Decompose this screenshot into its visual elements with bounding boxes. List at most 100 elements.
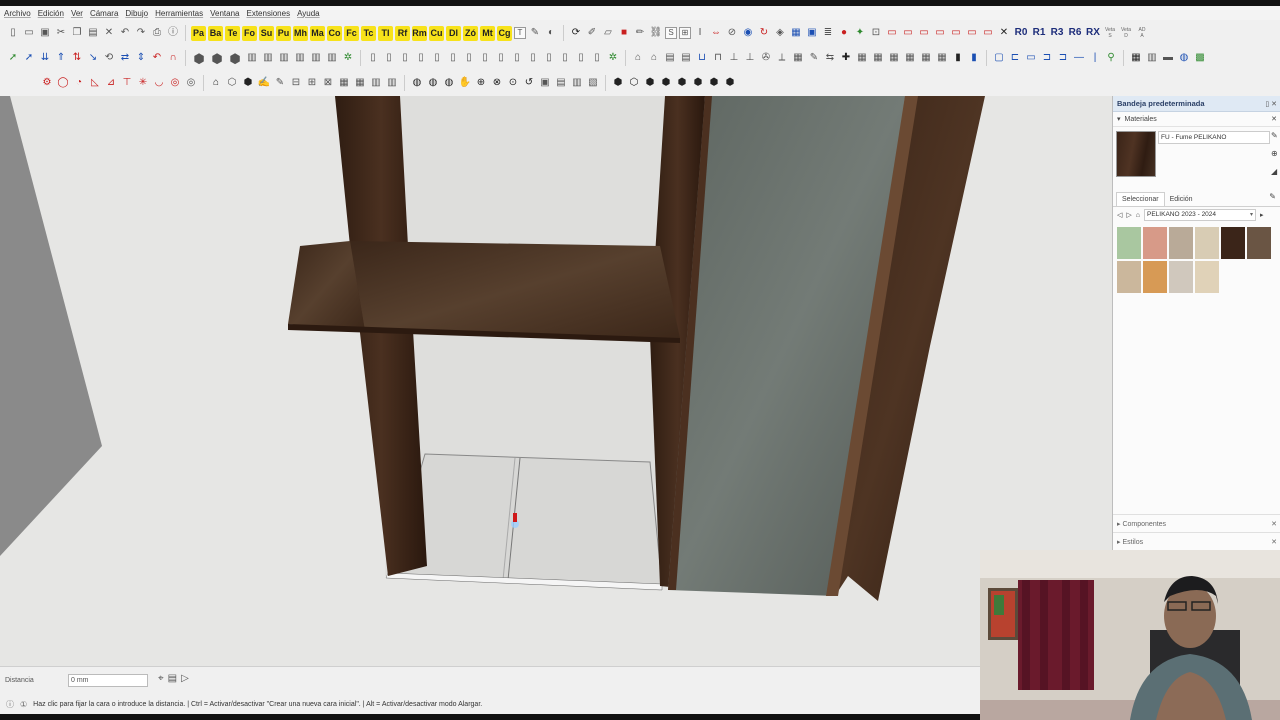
back-icon[interactable]: ◁ [1117,211,1122,219]
drawer-icon-2[interactable]: ▤ [679,51,693,66]
menu-camara[interactable]: Cámara [90,9,118,18]
left-view-icon[interactable]: ▦ [337,76,351,91]
style-shaded-icon[interactable]: ⬢ [675,76,689,91]
panel-outline-icon-6[interactable]: ▭ [965,26,979,41]
plugin-rm-button[interactable]: Rm [412,25,427,41]
material-cube-icon-3[interactable]: ⬢ [227,50,243,67]
undo-red-icon[interactable]: ↶ [150,51,164,66]
truck-icon[interactable]: ▬ [1161,51,1175,66]
sin-sub-icon[interactable]: S [665,27,677,39]
plugin-mt-button[interactable]: Mt [480,25,495,41]
edit-arrow-icon[interactable]: ↘ [86,51,100,66]
veta-s-button[interactable]: Veta S [1103,27,1117,39]
material-cube-icon[interactable]: ⬢ [191,50,207,67]
pencil-icon[interactable]: ✏ [633,26,647,41]
plugin-pu-button[interactable]: Pu [276,25,291,41]
panel-icon-7[interactable]: ▯ [462,51,476,66]
grid-view-icon[interactable]: ▦ [353,76,367,91]
arrows-lr-icon[interactable]: ⇔ [709,26,723,41]
paint-icon[interactable]: ◐ [544,26,558,41]
close-section-icon[interactable]: ✕ [1271,115,1277,123]
material-swatch[interactable] [1169,261,1193,293]
style-xray-icon[interactable]: ⬢ [611,76,625,91]
move-cross-icon[interactable]: ✚ [839,51,853,66]
shelf-icon-4[interactable]: ▥ [293,51,307,66]
style-textured-icon[interactable]: ⬢ [691,76,705,91]
shelf-icon-6[interactable]: ▥ [325,51,339,66]
credits-icon[interactable]: ▤ [168,673,177,684]
plugin-co-button[interactable]: Co [327,25,342,41]
report-icon[interactable]: ▦ [1129,51,1143,66]
measurements-input[interactable]: 0 mm [68,674,148,687]
gear-icon[interactable]: ✲ [341,51,355,66]
table-icon-3[interactable]: ▦ [887,51,901,66]
top-view-icon[interactable]: ⬢ [241,76,255,91]
compass-icon[interactable]: ◈ [773,26,787,41]
erase-icon[interactable]: ✕ [102,26,116,41]
cycle-icon[interactable]: ↻ [757,26,771,41]
magnet-icon[interactable]: ∩ [166,51,180,66]
table-icon[interactable]: ▦ [855,51,869,66]
menu-dibujo[interactable]: Dibujo [125,9,148,18]
layers-icon[interactable]: ≣ [821,26,835,41]
display-icon-4[interactable]: ▧ [586,76,600,91]
collapse-icon[interactable]: ⇕ [134,51,148,66]
plugin-pa-button[interactable]: Pa [191,25,206,41]
menu-edicion[interactable]: Edición [38,9,64,18]
export-icon[interactable]: ▩ [1193,51,1207,66]
triangle-tool-icon[interactable]: ◺ [88,76,102,91]
panel-outline-icon[interactable]: ▭ [885,26,899,41]
info-icon[interactable]: ⓘ [6,699,14,710]
panel-outline-icon-3[interactable]: ▭ [917,26,931,41]
material-swatch[interactable] [1143,227,1167,259]
shelf-icon-3[interactable]: ▥ [277,51,291,66]
pink-circle-icon[interactable]: ● [837,26,851,41]
plugin-cg-button[interactable]: Cg [497,25,512,41]
library-select[interactable]: PELIKANO 2023 - 2024 [1144,209,1257,221]
axes-tool-icon[interactable]: ✳ [136,76,150,91]
save-icon[interactable]: ▣ [38,26,52,41]
circle-tool-icon[interactable]: ◯ [56,76,70,91]
plugin-ba-button[interactable]: Ba [208,25,223,41]
shelf-icon-5[interactable]: ▥ [309,51,323,66]
text-tool-icon[interactable]: T [514,27,526,39]
panel-outline-icon-2[interactable]: ▭ [901,26,915,41]
cursor-text-icon[interactable]: I [693,26,707,41]
select-arrow-icon[interactable]: ➚ [6,51,20,66]
protractor-icon[interactable]: ⊤ [120,76,134,91]
paste-icon[interactable]: ▤ [86,26,100,41]
rotate-r6-button[interactable]: R6 [1067,26,1083,41]
create-material-icon[interactable]: ⊕ [1271,149,1279,158]
pencil-icon-2[interactable]: ✎ [807,51,821,66]
offset-tool-icon[interactable]: ◎ [168,76,182,91]
plugin-tl-button[interactable]: Tl [378,25,393,41]
frame-icon-3[interactable]: ▭ [1024,51,1038,66]
material-eraser-icon[interactable]: ◢ [1271,167,1279,176]
rotate-rx-button[interactable]: RX [1085,26,1101,41]
material-cube-icon-2[interactable]: ⬢ [209,50,225,67]
material-swatch[interactable] [1195,261,1219,293]
help-icon[interactable]: ① [20,700,27,709]
plugin-fc-button[interactable]: Fc [344,25,359,41]
cabinet-3d-model[interactable] [0,96,1112,666]
panel-outline-icon-5[interactable]: ▭ [949,26,963,41]
forward-icon[interactable]: ▷ [1126,211,1131,219]
link-green-icon[interactable]: ⚲ [1104,51,1118,66]
panel-icon-5[interactable]: ▯ [430,51,444,66]
panel-icon-13[interactable]: ▯ [558,51,572,66]
dimension-box-icon[interactable]: ⊞ [679,27,691,39]
plugin-ma-button[interactable]: Ma [310,25,325,41]
refresh-icon[interactable]: ⟳ [569,26,583,41]
redo-icon[interactable]: ↷ [134,26,148,41]
zoom-icon[interactable]: ⊕ [474,76,488,91]
pencil-view-icon[interactable]: ✎ [273,76,287,91]
rotate-r0-button[interactable]: R0 [1013,26,1029,41]
undo-icon[interactable]: ↶ [118,26,132,41]
style-wireframe-icon[interactable]: ⬢ [643,76,657,91]
material-swatch[interactable] [1195,227,1219,259]
panel-outline-icon-4[interactable]: ▭ [933,26,947,41]
panel-outline-icon-7[interactable]: ▭ [981,26,995,41]
material-swatch[interactable] [1143,261,1167,293]
hinge-icon[interactable]: ⌂ [631,51,645,66]
report-icon-2[interactable]: ▥ [1145,51,1159,66]
